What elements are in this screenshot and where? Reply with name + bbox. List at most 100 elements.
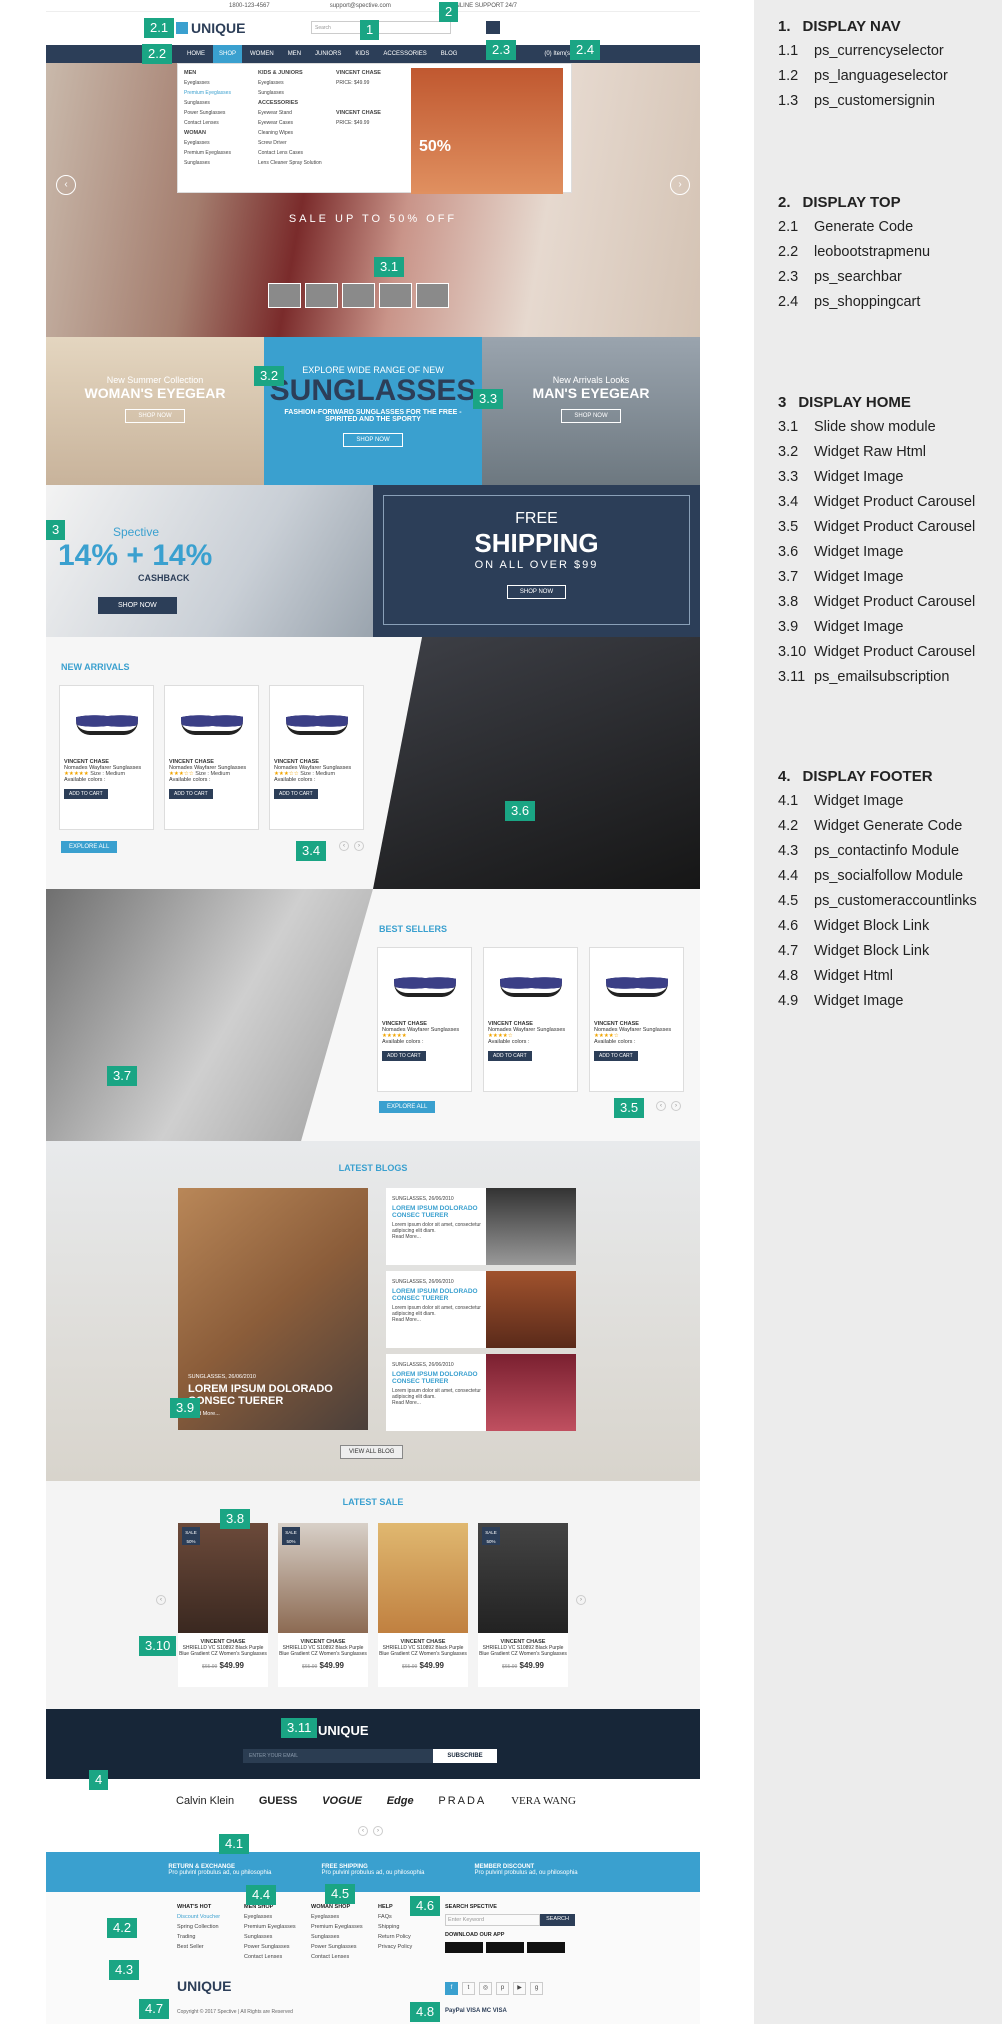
add-to-cart-button[interactable]: ADD TO CART [274, 789, 318, 799]
brand-logo[interactable]: Calvin Klein [176, 1795, 234, 1807]
mega-product-name[interactable]: VINCENT CHASE [336, 110, 416, 116]
pinterest-icon[interactable]: p [496, 1982, 509, 1995]
footer-link[interactable]: Premium Eyeglasses [311, 1924, 363, 1934]
footer-link[interactable]: FAQs [378, 1914, 412, 1924]
cart-link[interactable]: (0) Item(s) [544, 45, 572, 63]
carousel-prev-icon[interactable]: ‹ [339, 841, 349, 851]
mega-link[interactable]: Lens Cleaner Spray Solution [258, 160, 328, 170]
mega-link[interactable]: Sunglasses [258, 90, 328, 100]
instagram-icon[interactable]: ◎ [479, 1982, 492, 1995]
search-button[interactable] [486, 21, 500, 34]
carousel-next-icon[interactable]: › [671, 1101, 681, 1111]
mega-link[interactable]: Premium Eyeglasses [184, 90, 254, 100]
brand-logo[interactable]: VOGUE [322, 1795, 362, 1807]
mega-link[interactable]: Sunglasses [184, 100, 254, 110]
menu-accessories[interactable]: ACCESSORIES [377, 45, 432, 63]
menu-home[interactable]: HOME [181, 45, 211, 63]
carousel-prev-icon[interactable]: ‹ [156, 1595, 166, 1605]
footer-link[interactable]: Premium Eyeglasses [244, 1924, 296, 1934]
mega-link[interactable]: Eyeglasses [184, 80, 254, 90]
footer-link[interactable]: Eyeglasses [311, 1914, 363, 1924]
footer-link[interactable]: Trading [177, 1934, 220, 1944]
read-more-link[interactable]: Read More... [392, 1317, 487, 1323]
email-text[interactable]: support@spective.com [330, 3, 391, 9]
menu-juniors[interactable]: JUNIORS [309, 45, 347, 63]
slide-thumb[interactable] [379, 283, 412, 308]
mega-product-name[interactable]: VINCENT CHASE [336, 70, 416, 76]
product-card[interactable]: VINCENT CHASE Nomades Wayfarer Sunglasses… [589, 947, 684, 1092]
product-card[interactable]: VINCENT CHASE Nomades Wayfarer Sunglasses… [483, 947, 578, 1092]
add-to-cart-button[interactable]: ADD TO CART [169, 789, 213, 799]
footer-link[interactable]: Spring Collection [177, 1924, 220, 1934]
blog-post[interactable]: SUNGLASSES, 26/06/2010 LOREM IPSUM DOLORA… [386, 1188, 576, 1265]
subscribe-button[interactable]: SUBSCRIBE [433, 1749, 497, 1763]
add-to-cart-button[interactable]: ADD TO CART [382, 1051, 426, 1061]
carousel-next-icon[interactable]: › [354, 841, 364, 851]
footer-link[interactable]: Sunglasses [244, 1934, 296, 1944]
slide-thumb[interactable] [342, 283, 375, 308]
footer-link[interactable]: Contact Lenses [244, 1954, 296, 1964]
brand-prev-icon[interactable]: ‹ [358, 1826, 368, 1836]
menu-kids[interactable]: KIDS [349, 45, 375, 63]
product-card[interactable]: VINCENT CHASE Nomades Wayfarer Sunglasses… [59, 685, 154, 830]
mega-link[interactable]: Contact Lenses [184, 120, 254, 130]
add-to-cart-button[interactable]: ADD TO CART [594, 1051, 638, 1061]
explore-all-button[interactable]: EXPLORE ALL [61, 841, 118, 853]
shop-now-button[interactable]: SHOP NOW [98, 597, 177, 614]
mega-promo[interactable]: 50% [411, 68, 563, 194]
add-to-cart-button[interactable]: ADD TO CART [488, 1051, 532, 1061]
facebook-icon[interactable]: f [445, 1982, 458, 1995]
slide-thumb[interactable] [268, 283, 301, 308]
blog-title[interactable]: LOREM IPSUM DOLORADO CONSEC TUERER [392, 1205, 487, 1219]
slide-thumb[interactable] [305, 283, 338, 308]
site-logo[interactable]: UNIQUE [176, 20, 245, 36]
sale-card[interactable]: SALE 50% VINCENT CHASE SHRIELLD VC S10892 … [478, 1523, 568, 1687]
footer-link[interactable]: Eyeglasses [244, 1914, 296, 1924]
slide-next-icon[interactable]: › [670, 175, 690, 195]
menu-shop[interactable]: SHOP [213, 45, 243, 63]
blog-title[interactable]: LOREM IPSUM DOLORADO CONSEC TUERER [392, 1371, 487, 1385]
banner-woman[interactable]: New Summer Collection WOMAN'S EYEGEAR SHOP… [46, 337, 264, 485]
blog-title[interactable]: LOREM IPSUM DOLORADO CONSEC TUERER [392, 1288, 487, 1302]
search-input[interactable]: Search [311, 21, 451, 34]
brand-logo[interactable]: PRADA [438, 1795, 486, 1807]
read-more-link[interactable]: Read More... [392, 1234, 487, 1240]
sale-card[interactable]: SALE 50% VINCENT CHASE SHRIELLD VC S10892 … [278, 1523, 368, 1687]
carousel-prev-icon[interactable]: ‹ [656, 1101, 666, 1111]
brand-next-icon[interactable]: › [373, 1826, 383, 1836]
sale-card[interactable]: VINCENT CHASE SHRIELLD VC S10892 Black Pu… [378, 1523, 468, 1687]
product-card[interactable]: VINCENT CHASE Nomades Wayfarer Sunglasses… [377, 947, 472, 1092]
menu-women[interactable]: WOMEN [244, 45, 280, 63]
featured-blog-post[interactable]: SUNGLASSES, 26/06/2010 LOREM IPSUM DOLORA… [178, 1188, 368, 1430]
windows-store-badge-icon[interactable] [527, 1942, 565, 1953]
shop-now-button[interactable]: SHOP NOW [343, 433, 403, 447]
mega-link[interactable]: Contact Lens Cases [258, 150, 328, 160]
youtube-icon[interactable]: ▶ [513, 1982, 526, 1995]
shop-now-button[interactable]: SHOP NOW [506, 585, 567, 599]
mega-link[interactable]: Premium Eyeglasses [184, 150, 254, 160]
footer-link[interactable]: Best Seller [177, 1944, 220, 1954]
blog-post[interactable]: SUNGLASSES, 26/06/2010 LOREM IPSUM DOLORA… [386, 1271, 576, 1348]
read-more-link[interactable]: Read More... [188, 1411, 358, 1417]
email-input[interactable]: ENTER YOUR EMAIL [243, 1749, 433, 1763]
mega-link[interactable]: Eyeglasses [184, 140, 254, 150]
carousel-next-icon[interactable]: › [576, 1595, 586, 1605]
sale-card[interactable]: SALE 50% VINCENT CHASE SHRIELLD VC S10892 … [178, 1523, 268, 1687]
slide-thumb[interactable] [416, 283, 449, 308]
footer-link[interactable]: Sunglasses [311, 1934, 363, 1944]
view-all-blog-button[interactable]: VIEW ALL BLOG [340, 1445, 404, 1459]
footer-link[interactable]: Return Policy [378, 1934, 412, 1944]
mega-link[interactable]: Sunglasses [184, 160, 254, 170]
product-card[interactable]: VINCENT CHASE Nomades Wayfarer Sunglasses… [164, 685, 259, 830]
menu-blog[interactable]: BLOG [435, 45, 464, 63]
banner-man[interactable]: New Arrivals Looks MAN'S EYEGEAR SHOP NOW [482, 337, 700, 485]
brand-logo[interactable]: GUESS [259, 1795, 298, 1807]
read-more-link[interactable]: Read More... [392, 1400, 487, 1406]
brand-logo[interactable]: Edge [387, 1795, 414, 1807]
mega-link[interactable]: Power Sunglasses [184, 110, 254, 120]
footer-link[interactable]: Discount Voucher [177, 1914, 220, 1924]
blog-post[interactable]: SUNGLASSES, 26/06/2010 LOREM IPSUM DOLORA… [386, 1354, 576, 1431]
footer-logo[interactable]: UNIQUE [177, 1978, 231, 1994]
shop-now-button[interactable]: SHOP NOW [125, 409, 185, 423]
shop-now-button[interactable]: SHOP NOW [561, 409, 621, 423]
